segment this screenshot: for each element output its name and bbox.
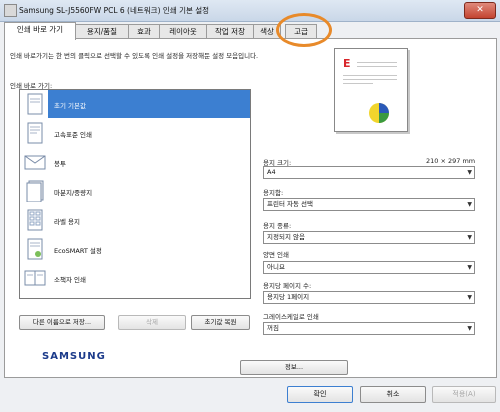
list-item[interactable]: 초기 기본값	[20, 90, 250, 118]
envelope-icon	[24, 155, 46, 170]
list-item-label: EcoSMART 설정	[54, 247, 102, 255]
list-item[interactable]: EcoSMART 설정	[20, 235, 250, 263]
shortcuts-list[interactable]: 초기 기본값 고속표준 인쇄 봉투 마분지/중량지 라벨 용지 EcoSMART…	[19, 89, 251, 299]
chevron-down-icon: ▼	[467, 201, 472, 208]
chevron-down-icon: ▼	[467, 325, 472, 332]
list-item[interactable]: 소책자 인쇄	[20, 264, 250, 292]
paper-type-select[interactable]: 지정되지 않음 ▼	[263, 231, 475, 244]
pages-per-sheet-select[interactable]: 용지당 1페이지 ▼	[263, 291, 475, 304]
title-bar: Samsung SL-J5560FW PCL 6 (네트워크) 인쇄 기본 설정…	[0, 0, 500, 22]
grayscale-select[interactable]: 꺼짐 ▼	[263, 322, 475, 335]
paper-source-select[interactable]: 프린터 자동 선택 ▼	[263, 198, 475, 211]
list-item[interactable]: 고속표준 인쇄	[20, 119, 250, 147]
label-sheet-icon	[27, 209, 43, 231]
list-item-label: 초기 기본값	[54, 102, 86, 110]
fast-print-icon	[27, 122, 43, 144]
close-button[interactable]: ✕	[464, 2, 496, 19]
duplex-value: 아니요	[267, 263, 285, 271]
eco-document-icon	[27, 238, 43, 260]
pages-per-sheet-label: 용지당 페이지 수:	[263, 282, 312, 290]
printer-app-icon	[4, 4, 17, 17]
page-preview: E	[334, 48, 408, 132]
paper-type-label: 용지 종류:	[263, 222, 292, 230]
paper-source-value: 프린터 자동 선택	[267, 200, 313, 208]
paper-type-value: 지정되지 않음	[267, 233, 305, 241]
tab-print-shortcuts[interactable]: 인쇄 바로 가기	[4, 22, 76, 40]
grayscale-value: 꺼짐	[267, 324, 279, 332]
paper-size-value: A4	[267, 168, 276, 176]
preview-line	[343, 79, 397, 80]
paper-size-dimensions: 210 × 297 mm	[426, 157, 476, 165]
chevron-down-icon: ▼	[467, 169, 472, 176]
apply-button[interactable]: 적용(A)	[432, 386, 496, 403]
paper-size-select[interactable]: A4 ▼	[263, 166, 475, 179]
tab-effects[interactable]: 효과	[128, 24, 160, 39]
cardstock-icon	[26, 180, 44, 202]
list-item-label: 소책자 인쇄	[54, 276, 86, 284]
grayscale-label: 그레이스케일로 인쇄	[263, 313, 319, 321]
duplex-select[interactable]: 아니요 ▼	[263, 261, 475, 274]
cancel-button[interactable]: 취소	[360, 386, 426, 403]
paper-source-label: 용지함:	[263, 189, 284, 197]
tab-layout[interactable]: 레이아웃	[159, 24, 207, 39]
annotation-ring	[276, 13, 332, 47]
preview-line	[357, 66, 397, 67]
shortcuts-description: 인쇄 바로가기는 한 번의 클릭으로 선택할 수 있도록 인쇄 설정을 저장해둔…	[10, 52, 259, 60]
pages-per-sheet-value: 용지당 1페이지	[267, 293, 310, 301]
chevron-down-icon: ▼	[467, 234, 472, 241]
chevron-down-icon: ▼	[467, 264, 472, 271]
tab-job-storage[interactable]: 작업 저장	[206, 24, 254, 39]
default-page-icon	[27, 93, 43, 115]
preview-line	[357, 62, 397, 63]
delete-button[interactable]: 삭제	[118, 315, 186, 330]
duplex-label: 양면 인쇄	[263, 251, 289, 259]
print-preferences-window: Samsung SL-J5560FW PCL 6 (네트워크) 인쇄 기본 설정…	[0, 0, 500, 412]
list-item[interactable]: 봉투	[20, 148, 250, 176]
ok-button[interactable]: 확인	[287, 386, 353, 403]
chevron-down-icon: ▼	[467, 294, 472, 301]
tab-paper-quality[interactable]: 용지/품질	[75, 24, 129, 39]
list-item[interactable]: 라벨 용지	[20, 206, 250, 234]
preview-line	[343, 75, 397, 76]
list-item-label: 봉투	[54, 160, 66, 168]
list-item-label: 라벨 용지	[54, 218, 80, 226]
save-as-button[interactable]: 다른 이름으로 저장...	[19, 315, 105, 330]
booklet-icon	[24, 270, 46, 286]
preview-line	[343, 83, 373, 84]
pie-graphic-icon	[369, 103, 389, 123]
window-title: Samsung SL-J5560FW PCL 6 (네트워크) 인쇄 기본 설정	[19, 6, 210, 15]
list-item-label: 고속표준 인쇄	[54, 131, 92, 139]
list-item-label: 마분지/중량지	[54, 189, 93, 197]
info-button[interactable]: 정보...	[240, 360, 348, 375]
samsung-logo: SAMSUNG	[42, 351, 106, 362]
reset-defaults-button[interactable]: 초기값 복원	[191, 315, 250, 330]
preview-letter: E	[343, 57, 351, 70]
list-item[interactable]: 마분지/중량지	[20, 177, 250, 205]
